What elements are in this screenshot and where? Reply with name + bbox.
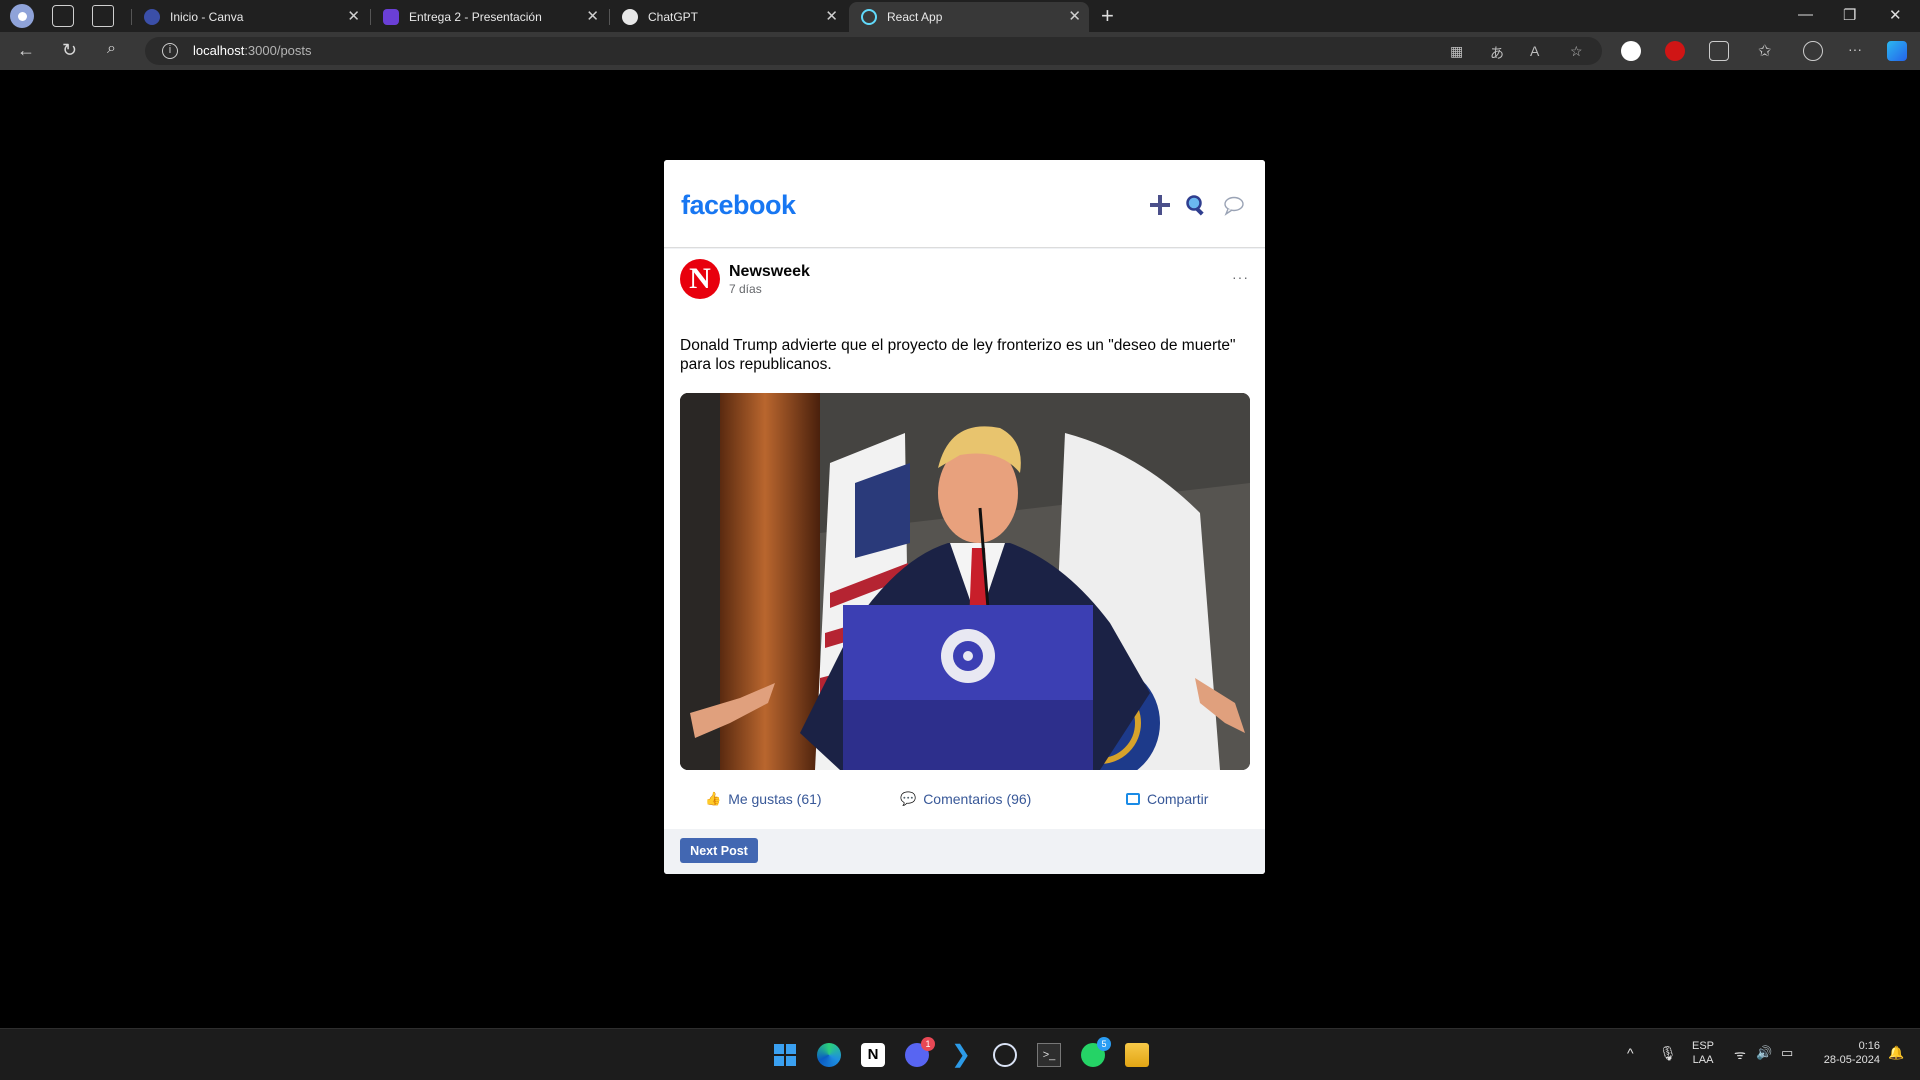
close-window-icon[interactable]: ✕ bbox=[1889, 6, 1902, 24]
minimize-icon[interactable]: — bbox=[1798, 6, 1813, 23]
url-path: :3000/posts bbox=[244, 43, 312, 58]
restore-icon[interactable]: ❐ bbox=[1843, 6, 1856, 24]
comment-button[interactable]: 💬 Comentarios (96) bbox=[900, 791, 1031, 807]
terminal-icon[interactable]: >_ bbox=[1037, 1043, 1061, 1067]
lang-bottom: LAA bbox=[1692, 1054, 1714, 1066]
post-card: facebook N Newsweek 7 días ··· Donald Tr… bbox=[664, 160, 1265, 874]
whatsapp-badge: 5 bbox=[1097, 1037, 1111, 1051]
search-icon[interactable]: ⌕ bbox=[107, 40, 116, 58]
post-actions: 👍 Me gustas (61) 💬 Comentarios (96) Comp… bbox=[664, 776, 1265, 826]
battery-icon[interactable]: ▭ bbox=[1781, 1045, 1793, 1061]
back-icon[interactable]: ← bbox=[17, 40, 35, 61]
copilot-icon[interactable] bbox=[1887, 41, 1907, 61]
volume-icon[interactable]: 🔊 bbox=[1756, 1045, 1772, 1061]
presentation-favicon-icon bbox=[383, 9, 399, 25]
close-tab-icon[interactable]: ✕ bbox=[586, 9, 599, 24]
discord-icon[interactable]: 1 bbox=[905, 1037, 935, 1067]
extensions-icon[interactable] bbox=[1709, 41, 1729, 61]
lang-top: ESP bbox=[1692, 1040, 1715, 1052]
post-image[interactable] bbox=[680, 393, 1250, 770]
clock-time: 0:16 bbox=[1858, 1040, 1880, 1052]
close-tab-icon[interactable]: ✕ bbox=[825, 9, 838, 24]
read-aloud-icon[interactable]: A bbox=[1530, 43, 1539, 59]
comment-label: Comentarios (96) bbox=[923, 791, 1032, 807]
profile-avatar-icon[interactable] bbox=[10, 4, 34, 28]
share-label: Compartir bbox=[1147, 791, 1209, 807]
microphone-icon[interactable]: 🎙 bbox=[1659, 1045, 1677, 1062]
close-tab-icon[interactable]: ✕ bbox=[1068, 9, 1081, 24]
post: N Newsweek 7 días ··· Donald Trump advie… bbox=[664, 249, 1265, 829]
share-icon bbox=[1126, 793, 1140, 805]
like-button[interactable]: 👍 Me gustas (61) bbox=[705, 791, 822, 807]
page-viewport: facebook N Newsweek 7 días ··· Donald Tr… bbox=[4, 70, 1916, 1027]
thumbs-up-icon: 👍 bbox=[705, 791, 722, 806]
malwarebytes-extension-icon[interactable] bbox=[1621, 41, 1641, 61]
tab-canva[interactable]: Inicio - Canva ✕ bbox=[132, 2, 368, 32]
favorites-icon[interactable]: ✩ bbox=[1758, 41, 1778, 61]
like-label: Me gustas (61) bbox=[728, 791, 822, 807]
chatgpt-favicon-icon bbox=[622, 9, 638, 25]
vertical-tabs-icon[interactable] bbox=[92, 5, 114, 27]
facebook-logo[interactable]: facebook bbox=[681, 190, 796, 221]
tab-chatgpt[interactable]: ChatGPT ✕ bbox=[610, 2, 846, 32]
site-info-icon[interactable]: i bbox=[162, 43, 178, 59]
card-footer: Next Post bbox=[664, 829, 1265, 874]
settings-more-icon[interactable]: ··· bbox=[1848, 41, 1868, 61]
comment-bubble-icon: 💬 bbox=[900, 791, 917, 806]
tab-title: Inicio - Canva bbox=[170, 10, 244, 24]
workspaces-icon[interactable] bbox=[52, 5, 74, 27]
app-available-icon[interactable]: ▦ bbox=[1450, 43, 1463, 60]
share-button[interactable]: Compartir bbox=[1126, 791, 1208, 807]
next-post-button[interactable]: Next Post bbox=[680, 838, 758, 863]
url-text[interactable]: localhost:3000/posts bbox=[193, 43, 312, 58]
show-hidden-icons-icon[interactable]: ^ bbox=[1627, 1045, 1634, 1061]
author-name[interactable]: Newsweek bbox=[729, 263, 810, 281]
browser-tab-bar: Inicio - Canva ✕ Entrega 2 - Presentació… bbox=[0, 0, 1920, 32]
refresh-icon[interactable]: ↻ bbox=[62, 40, 77, 61]
windows-taskbar: N 1 ❯ >_ 5 ^ 🎙 ESP LAA ᯤ 🔊 ▭ 0:16 28-05-… bbox=[0, 1028, 1920, 1080]
edge-icon[interactable] bbox=[817, 1043, 841, 1067]
more-options-icon[interactable]: ··· bbox=[1232, 269, 1249, 285]
app-launcher-icon[interactable] bbox=[993, 1043, 1017, 1067]
search-icon[interactable] bbox=[1185, 194, 1207, 216]
plus-icon[interactable] bbox=[1149, 194, 1171, 216]
tab-title: Entrega 2 - Presentación bbox=[409, 10, 542, 24]
chat-bubble-icon[interactable] bbox=[1223, 194, 1245, 216]
post-text: Donald Trump advierte que el proyecto de… bbox=[680, 337, 1236, 373]
language-indicator[interactable]: ESP LAA bbox=[1692, 1039, 1714, 1067]
tab-react-app[interactable]: React App ✕ bbox=[849, 2, 1089, 32]
new-tab-icon[interactable]: + bbox=[1101, 3, 1114, 29]
close-tab-icon[interactable]: ✕ bbox=[347, 9, 360, 24]
clock-date: 28-05-2024 bbox=[1823, 1054, 1880, 1066]
translate-icon[interactable]: あ bbox=[1490, 43, 1504, 63]
whatsapp-icon[interactable]: 5 bbox=[1081, 1037, 1111, 1067]
facebook-header: facebook bbox=[664, 160, 1265, 248]
vscode-icon[interactable]: ❯ bbox=[949, 1043, 973, 1067]
clock[interactable]: 0:16 28-05-2024 bbox=[1812, 1039, 1880, 1067]
tab-presentation[interactable]: Entrega 2 - Presentación ✕ bbox=[371, 2, 607, 32]
react-favicon-icon bbox=[861, 9, 877, 25]
notification-bell-icon[interactable]: 🔔 bbox=[1888, 1045, 1904, 1061]
discord-badge: 1 bbox=[921, 1037, 935, 1051]
author-avatar[interactable]: N bbox=[680, 259, 720, 299]
windows-start-icon[interactable] bbox=[773, 1043, 797, 1067]
tab-title: ChatGPT bbox=[648, 10, 699, 24]
file-explorer-icon[interactable] bbox=[1125, 1043, 1149, 1067]
canva-favicon-icon bbox=[144, 9, 160, 25]
address-bar[interactable]: i localhost:3000/posts ▦ あ A ☆ bbox=[145, 37, 1602, 65]
browser-toolbar: ← ↻ ⌕ i localhost:3000/posts ▦ あ A ☆ ✩ ·… bbox=[0, 32, 1920, 70]
notion-icon[interactable]: N bbox=[861, 1043, 885, 1067]
url-host: localhost bbox=[193, 43, 245, 58]
wifi-icon[interactable]: ᯤ bbox=[1734, 1045, 1746, 1063]
favorite-star-icon[interactable]: ☆ bbox=[1570, 43, 1583, 60]
post-time: 7 días bbox=[729, 282, 762, 296]
browser-essentials-icon[interactable] bbox=[1803, 41, 1823, 61]
tab-title: React App bbox=[887, 10, 943, 24]
red-extension-icon[interactable] bbox=[1665, 41, 1685, 61]
